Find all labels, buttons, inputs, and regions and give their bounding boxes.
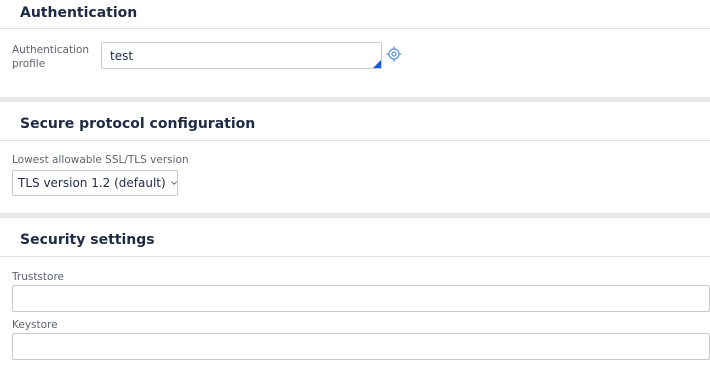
keystore-label: Keystore: [12, 319, 58, 331]
security-settings-section-header: Security settings: [0, 218, 710, 257]
section-title-secure-protocol: Secure protocol configuration: [20, 116, 256, 132]
truststore-input[interactable]: [12, 285, 710, 312]
authentication-profile-label-line2: profile: [12, 58, 46, 70]
section-title-security-settings: Security settings: [20, 232, 155, 248]
truststore-label: Truststore: [12, 271, 64, 283]
section-title-authentication: Authentication: [20, 5, 138, 21]
authentication-profile-label-line1: Authentication: [12, 44, 90, 56]
tls-version-label: Lowest allowable SSL/TLS version: [12, 154, 189, 166]
chevron-down-icon: [171, 181, 177, 185]
authentication-profile-input[interactable]: [101, 42, 382, 69]
target-icon[interactable]: [386, 46, 402, 62]
authentication-section-header: Authentication: [0, 0, 710, 29]
tls-version-select[interactable]: TLS version 1.2 (default): [12, 170, 178, 196]
tls-version-selected-value: TLS version 1.2 (default): [18, 176, 166, 190]
secure-protocol-section-header: Secure protocol configuration: [0, 102, 710, 141]
keystore-input[interactable]: [12, 333, 710, 360]
autocomplete-indicator: [373, 60, 381, 68]
settings-page: Authentication Authentication profile Se…: [0, 0, 710, 365]
